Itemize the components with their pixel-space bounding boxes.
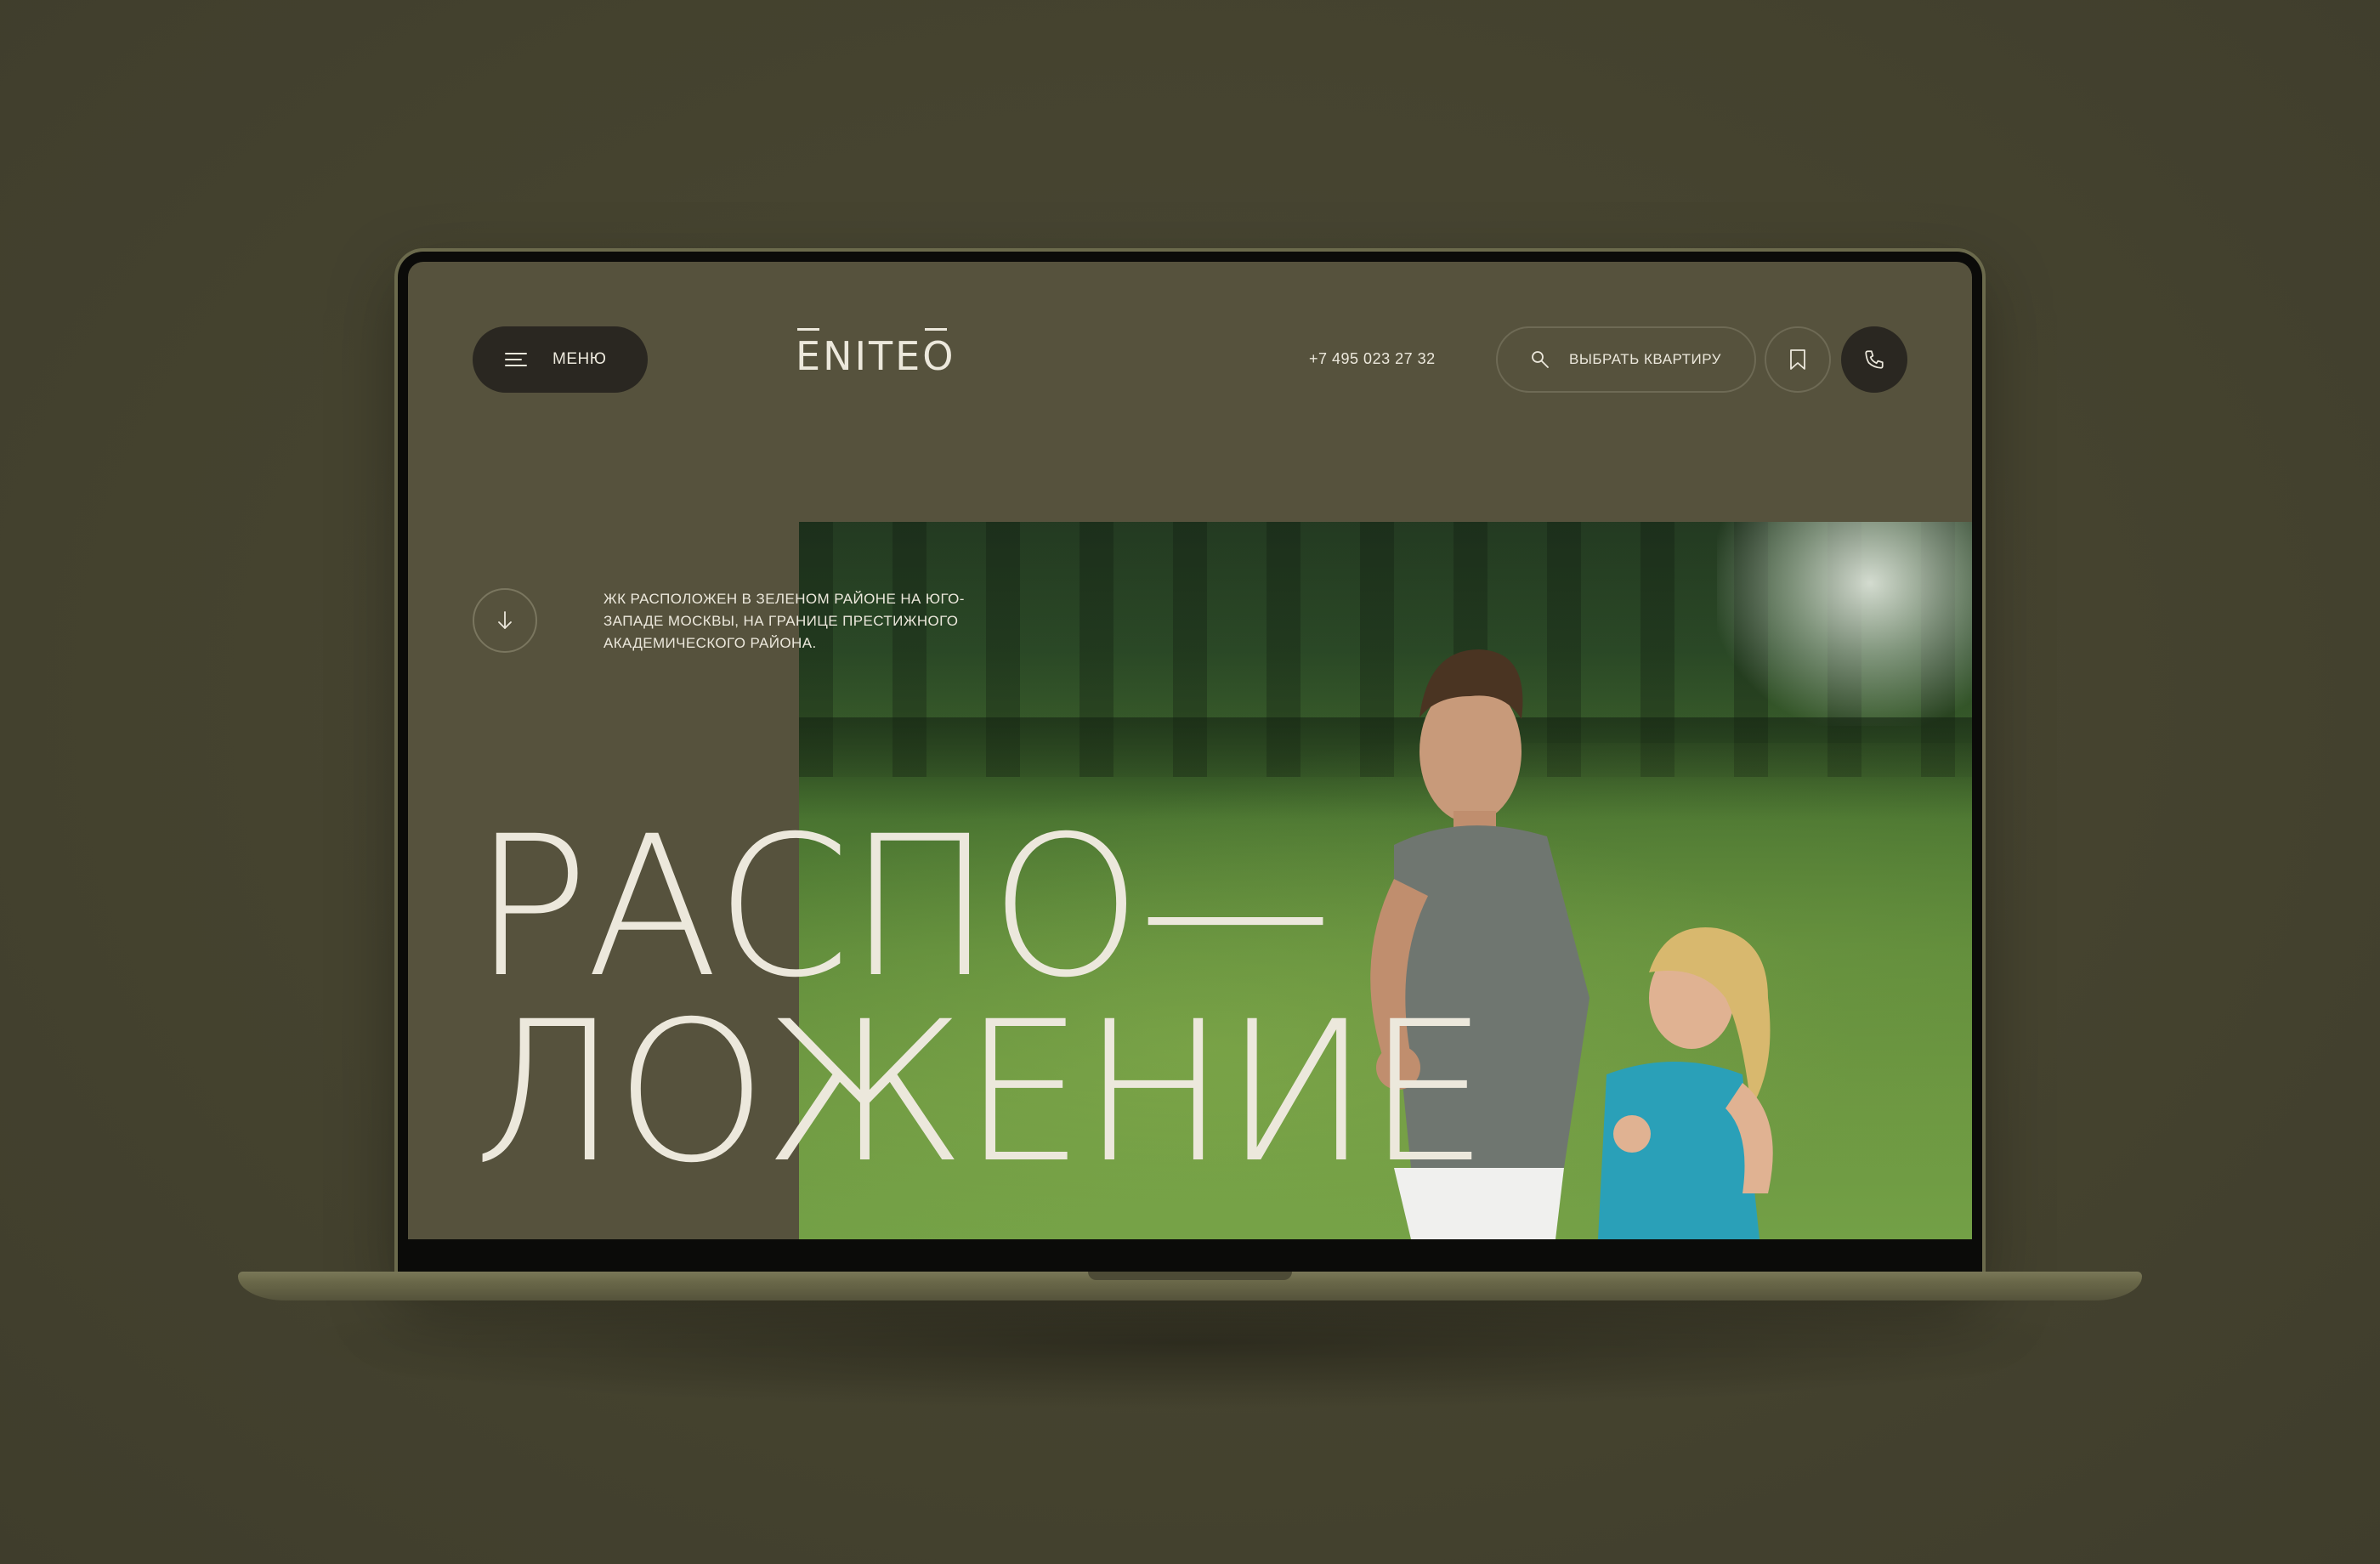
scroll-down-button[interactable] — [473, 588, 537, 653]
pick-apartment-button[interactable]: ВЫБРАТЬ КВАРТИРУ — [1496, 326, 1756, 393]
hero-headline: РАСПО— ЛОЖЕНИЕ — [473, 794, 1489, 1205]
bookmark-icon — [1790, 349, 1805, 370]
site-logo[interactable]: ENITEO — [796, 328, 956, 379]
hamburger-icon — [505, 351, 527, 368]
device-mockup-stage: МЕНЮ ENITEO +7 495 023 27 32 ВЫБРАТЬ КВА… — [0, 0, 2380, 1564]
laptop-screen: МЕНЮ ENITEO +7 495 023 27 32 ВЫБРАТЬ КВА… — [408, 262, 1972, 1239]
headline-line-2: ЛОЖЕНИЕ — [473, 979, 1489, 1205]
menu-button[interactable]: МЕНЮ — [473, 326, 648, 393]
search-icon — [1532, 351, 1549, 368]
laptop-base-notch — [1088, 1272, 1292, 1280]
call-button[interactable] — [1841, 326, 1907, 393]
pick-apartment-label: ВЫБРАТЬ КВАРТИРУ — [1569, 351, 1721, 367]
arrow-down-icon — [498, 611, 512, 629]
hero-intro-text: ЖК РАСПОЛОЖЕН В ЗЕЛЕНОМ РАЙОНЕ НА ЮГО-ЗА… — [604, 591, 965, 651]
phone-icon — [1865, 350, 1884, 369]
phone-link[interactable]: +7 495 023 27 32 — [1309, 350, 1436, 368]
logo-text: ENITEO — [796, 333, 956, 379]
favorites-button[interactable] — [1765, 326, 1831, 393]
menu-button-label: МЕНЮ — [552, 350, 607, 368]
headline-line-1: РАСПО— — [473, 794, 1333, 1020]
